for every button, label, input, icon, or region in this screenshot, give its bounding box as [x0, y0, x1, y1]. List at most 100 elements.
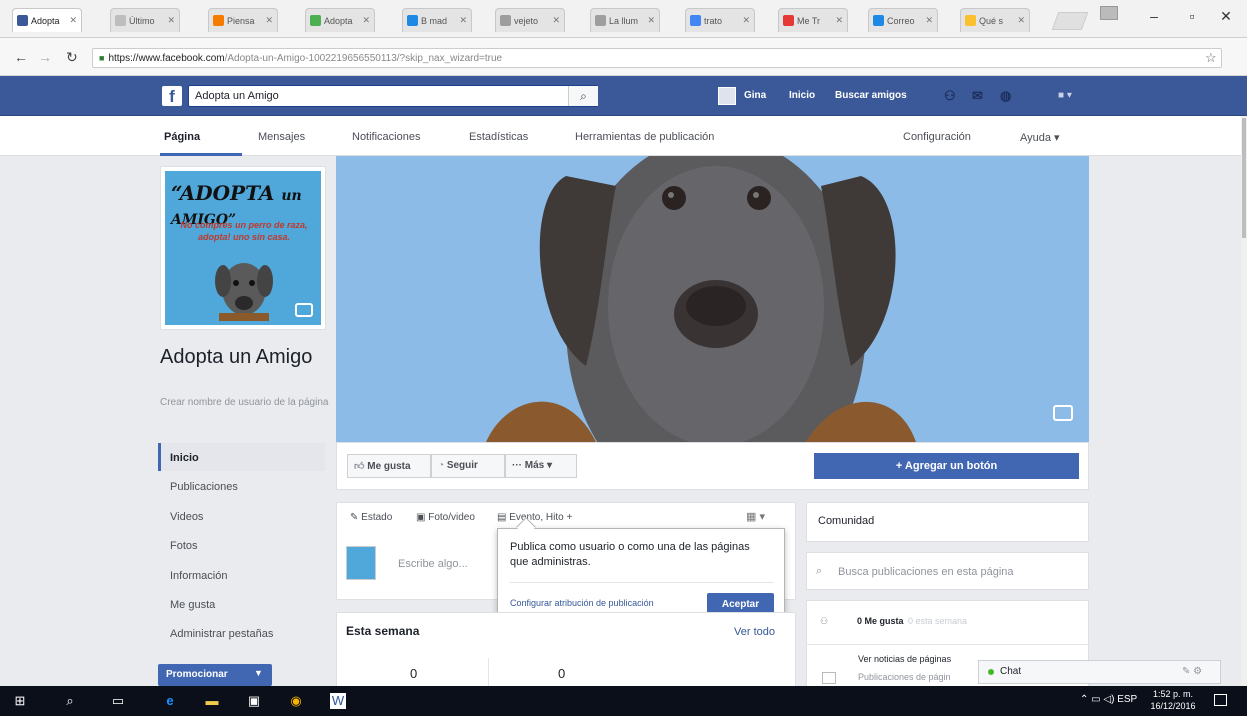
sidebar-item-fotos[interactable]: Fotos — [170, 540, 198, 552]
search-icon[interactable]: ⌕ — [62, 693, 78, 709]
action-center-icon[interactable] — [1214, 694, 1227, 706]
browser-tab[interactable]: Último ✕ — [110, 8, 180, 32]
system-tray[interactable]: ⌃ ▭ ◁) ESP — [1080, 694, 1137, 705]
close-tab-icon[interactable]: ✕ — [742, 15, 750, 26]
chat-settings-icon[interactable]: ✎ ⚙ — [1182, 666, 1202, 677]
profile-tagline: No compres un perro de raza, adopta! uno… — [180, 220, 308, 242]
browser-tab[interactable]: La llum ✕ — [590, 8, 660, 32]
close-tab-icon[interactable]: ✕ — [69, 15, 77, 26]
close-tab-icon[interactable]: ✕ — [167, 15, 175, 26]
back-icon[interactable]: ← — [14, 49, 28, 65]
close-tab-icon[interactable]: ✕ — [647, 15, 655, 26]
camera-icon[interactable] — [295, 303, 313, 317]
sidebar-item-administrar[interactable]: Administrar pestañas — [170, 628, 273, 640]
file-explorer-icon[interactable]: ▬ — [204, 693, 220, 709]
friend-requests-icon[interactable]: ⚇ — [944, 88, 956, 104]
browser-tab[interactable]: trato ✕ — [685, 8, 755, 32]
minimize-icon[interactable]: – — [1144, 8, 1164, 24]
language-indicator[interactable]: ESP — [1117, 694, 1137, 705]
browser-tab[interactable]: Piensa ✕ — [208, 8, 278, 32]
tab-label: La llum — [609, 15, 639, 26]
close-tab-icon[interactable]: ✕ — [925, 15, 933, 26]
tab-mensajes[interactable]: Mensajes — [258, 131, 305, 143]
word-icon[interactable]: W — [330, 693, 346, 709]
clock[interactable]: 1:52 p. m. 16/12/2016 — [1148, 688, 1198, 712]
browser-tab[interactable]: B mad ✕ — [402, 8, 472, 32]
close-tab-icon[interactable]: ✕ — [362, 15, 370, 26]
browser-tab[interactable]: Adopta ✕ — [12, 8, 82, 32]
rss-icon: ◔ — [438, 460, 445, 471]
facebook-search-input[interactable]: Adopta un Amigo — [188, 85, 598, 107]
close-tab-icon[interactable]: ✕ — [265, 15, 273, 26]
browser-tab[interactable]: Adopta ✕ — [305, 8, 375, 32]
windows-start-icon[interactable]: ⊞ — [12, 693, 28, 709]
more-button[interactable]: ··· Más ▾ — [505, 454, 577, 478]
browser-tab[interactable]: Qué s ✕ — [960, 8, 1030, 32]
post-as-selector-icon[interactable]: ▦ ▾ — [746, 510, 765, 523]
sidebar-item-publicaciones[interactable]: Publicaciones — [170, 481, 238, 493]
url-input[interactable]: ■ https://www.facebook.com/Adopta-un-Ami… — [92, 48, 1222, 68]
tab-herramientas[interactable]: Herramientas de publicación — [575, 131, 714, 143]
forward-icon[interactable]: → — [38, 49, 52, 65]
find-friends-link[interactable]: Buscar amigos — [835, 90, 907, 101]
attribution-settings-link[interactable]: Configurar atribución de publicación — [510, 598, 654, 608]
search-icon[interactable]: ⌕ — [568, 86, 598, 106]
user-name-link[interactable]: Gina — [744, 90, 766, 101]
scrollbar-thumb[interactable] — [1242, 118, 1246, 238]
avatar[interactable] — [718, 87, 736, 105]
clock-date: 16/12/2016 — [1150, 701, 1196, 711]
composer-event-tab[interactable]: ▤ Evento, Hito + — [497, 512, 572, 523]
sidebar-item-informacion[interactable]: Información — [170, 570, 227, 582]
chevron-down-icon[interactable]: ▼ — [254, 668, 263, 678]
home-link[interactable]: Inicio — [789, 90, 815, 101]
close-window-icon[interactable]: ✕ — [1216, 8, 1236, 25]
likes-count[interactable]: 0 Me gusta — [857, 616, 904, 626]
add-button-button[interactable]: + Agregar un botón — [814, 453, 1079, 479]
sidebar-item-me-gusta[interactable]: Me gusta — [170, 599, 215, 611]
store-icon[interactable]: ▣ — [246, 693, 262, 709]
chrome-icon[interactable]: ◉ — [288, 693, 304, 709]
like-button[interactable]: 👍︎ Me gusta — [347, 454, 431, 478]
composer-status-tab[interactable]: ✎ Estado — [350, 512, 392, 523]
tab-notificaciones[interactable]: Notificaciones — [352, 131, 420, 143]
chevron-up-icon[interactable]: ⌃ — [1080, 694, 1088, 705]
volume-icon[interactable]: ◁) — [1103, 694, 1114, 705]
messages-icon[interactable]: ✉ — [972, 88, 983, 104]
bookmark-star-icon[interactable]: ☆ — [1205, 50, 1217, 66]
restore-icon[interactable]: ▫ — [1182, 8, 1202, 24]
follow-button[interactable]: ◔ Seguir — [431, 454, 505, 478]
tab-ayuda[interactable]: Ayuda ▾ — [1020, 131, 1060, 144]
composer-input[interactable]: Escribe algo... — [398, 558, 468, 570]
create-username-link[interactable]: Crear nombre de usuario de la página — [160, 396, 330, 409]
account-menu-icon[interactable]: ■ ▾ — [1058, 90, 1072, 101]
close-tab-icon[interactable]: ✕ — [552, 15, 560, 26]
tab-favicon-icon — [115, 15, 126, 26]
like-button-label: Me gusta — [367, 461, 411, 472]
notifications-globe-icon[interactable]: ◍ — [1000, 88, 1011, 104]
composer-photo-tab[interactable]: ▣ Foto/video — [416, 512, 475, 523]
edge-browser-icon[interactable]: e — [162, 693, 178, 709]
task-view-icon[interactable]: ▭ — [110, 693, 126, 709]
see-all-link[interactable]: Ver todo — [734, 626, 775, 638]
profile-picture[interactable]: “ADOPTA un AMIGO” No compres un perro de… — [160, 166, 326, 330]
close-tab-icon[interactable]: ✕ — [835, 15, 843, 26]
browser-tab[interactable]: Me Tr ✕ — [778, 8, 848, 32]
tab-configuracion[interactable]: Configuración — [903, 131, 971, 143]
close-tab-icon[interactable]: ✕ — [1017, 15, 1025, 26]
sidebar-item-videos[interactable]: Videos — [170, 511, 203, 523]
tab-favicon-icon — [690, 15, 701, 26]
browser-tab[interactable]: vejeto ✕ — [495, 8, 565, 32]
pages-feed-link[interactable]: Ver noticias de páginas — [858, 654, 951, 664]
camera-icon[interactable] — [1053, 405, 1073, 421]
cover-photo[interactable] — [336, 156, 1089, 442]
tab-estadisticas[interactable]: Estadísticas — [469, 131, 528, 143]
network-icon[interactable]: ▭ — [1091, 694, 1100, 705]
facebook-logo-icon[interactable]: f — [162, 86, 182, 106]
tab-pagina[interactable]: Página — [164, 131, 200, 143]
browser-user-icon[interactable] — [1100, 6, 1118, 20]
page-posts-search-input[interactable]: Busca publicaciones en esta página — [838, 566, 1014, 578]
browser-tab[interactable]: Correo ✕ — [868, 8, 938, 32]
reload-icon[interactable]: ↻ — [66, 49, 78, 66]
clock-time: 1:52 p. m. — [1152, 689, 1194, 699]
close-tab-icon[interactable]: ✕ — [459, 15, 467, 26]
